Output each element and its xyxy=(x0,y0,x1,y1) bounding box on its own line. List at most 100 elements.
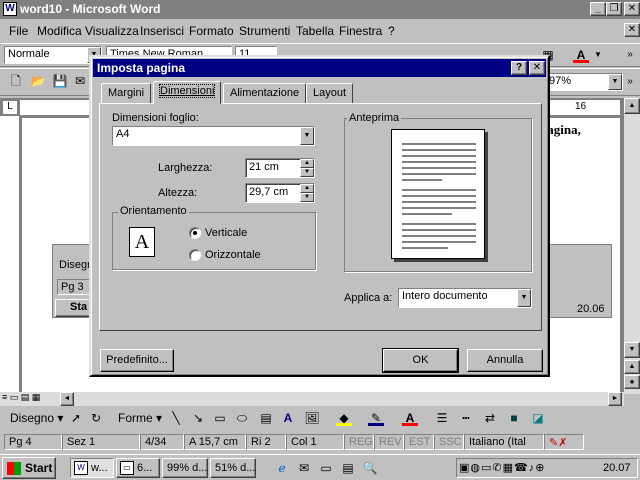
font-color-icon[interactable]: A xyxy=(402,410,418,426)
status-ext[interactable]: EST xyxy=(404,434,434,450)
dash-style-icon[interactable]: ┅ xyxy=(458,410,474,426)
height-spinner[interactable]: 29,7 cm ▲ ▼ xyxy=(245,183,315,203)
textbox-icon[interactable]: ▤ xyxy=(258,410,274,426)
browse-object-icon[interactable]: ● xyxy=(624,375,640,389)
shapes-menu[interactable]: Forme ▾ xyxy=(118,411,162,425)
channels-icon[interactable]: ▤ xyxy=(340,460,356,476)
status-rec[interactable]: REG xyxy=(344,434,374,450)
dialog-close-button[interactable]: ✕ xyxy=(529,61,545,75)
save-icon[interactable]: 💾 xyxy=(52,73,68,89)
spin-up-icon[interactable]: ▲ xyxy=(300,184,314,193)
menu-finestra[interactable]: Finestra xyxy=(339,24,382,38)
menu-inserisci[interactable]: Inserisci xyxy=(140,24,184,38)
spelling-status-icon[interactable]: ✎✗ xyxy=(544,434,584,450)
view-buttons[interactable]: ≡ ▭ ▤ ▦ xyxy=(2,392,58,406)
width-spinner[interactable]: 21 cm ▲ ▼ xyxy=(245,158,315,178)
task-word[interactable]: W w... xyxy=(70,458,114,478)
ok-button[interactable]: OK xyxy=(382,348,459,373)
task-3[interactable]: 99% d... xyxy=(162,458,208,478)
zoom-combo[interactable]: 97% ▼ xyxy=(545,73,623,91)
word-app-icon[interactable]: W xyxy=(3,2,17,16)
start-button[interactable]: Start xyxy=(2,457,56,479)
open-folder-icon[interactable]: 📂 xyxy=(30,73,46,89)
ruler-corner[interactable]: L xyxy=(2,100,18,115)
restore-button[interactable]: ❐ xyxy=(606,2,622,16)
outlook-icon[interactable]: ✉ xyxy=(296,460,312,476)
prev-page-icon[interactable]: ▲ xyxy=(624,360,640,374)
scroll-right-icon[interactable]: ► xyxy=(608,392,622,406)
menu-formato[interactable]: Formato xyxy=(189,24,234,38)
spin-down-icon[interactable]: ▼ xyxy=(300,168,314,177)
shadow-icon[interactable]: ■ xyxy=(506,410,522,426)
style-combo[interactable]: Normale ▼ xyxy=(4,46,102,64)
rectangle-icon[interactable]: ▭ xyxy=(212,410,228,426)
chevron-down-icon[interactable]: ▼ xyxy=(608,74,622,90)
vertical-ruler[interactable] xyxy=(0,116,20,392)
background-start-button[interactable]: Sta xyxy=(55,299,93,317)
toolbar-options-icon[interactable]: » xyxy=(622,47,638,63)
doc-close-button[interactable]: ✕ xyxy=(624,23,640,37)
window-title: word10 - Microsoft Word xyxy=(20,2,161,16)
arrow-icon[interactable]: ↘ xyxy=(190,410,206,426)
tab-alimentazione[interactable]: Alimentazione xyxy=(223,83,307,103)
status-ovr[interactable]: SSC xyxy=(434,434,464,450)
task-2[interactable]: ▭ 6... xyxy=(116,458,160,478)
status-rev[interactable]: REV xyxy=(374,434,404,450)
default-button[interactable]: Predefinito... xyxy=(100,349,174,372)
chevron-down-icon[interactable]: ▼ xyxy=(517,289,531,307)
chevron-down-icon[interactable]: ▼ xyxy=(590,47,606,63)
menu-tabella[interactable]: Tabella xyxy=(296,24,334,38)
apply-to-select[interactable]: Intero documento ▼ xyxy=(398,288,532,308)
portrait-radio[interactable] xyxy=(189,227,201,239)
arrow-style-icon[interactable]: ⇄ xyxy=(482,410,498,426)
search-icon[interactable]: 🔍 xyxy=(362,460,378,476)
clipart-icon[interactable]: 🖼 xyxy=(304,410,320,426)
menu-strumenti[interactable]: Strumenti xyxy=(239,24,290,38)
new-document-icon[interactable]: 🗋 xyxy=(8,73,24,89)
paper-size-select[interactable]: A4 ▼ xyxy=(112,126,315,146)
ie-icon[interactable]: ℯ xyxy=(274,460,290,476)
menu-help[interactable]: ? xyxy=(388,24,395,38)
tray-icons[interactable]: ▣◍▭✆▦☎♪⊕ xyxy=(459,461,545,474)
help-icon[interactable]: » xyxy=(622,74,638,90)
chevron-down-icon[interactable]: ▼ xyxy=(300,127,314,145)
menu-visualizza[interactable]: Visualizza xyxy=(85,24,139,38)
oval-icon[interactable]: ⬭ xyxy=(234,410,250,426)
close-button[interactable]: ✕ xyxy=(624,2,640,16)
ok-button-label: OK xyxy=(412,354,429,366)
horizontal-scrollbar[interactable]: ≡ ▭ ▤ ▦ ◄ ► xyxy=(0,392,624,406)
dialog-help-button[interactable]: ? xyxy=(511,61,527,75)
select-arrow-icon[interactable]: ➚ xyxy=(68,410,84,426)
tab-margini[interactable]: Margini xyxy=(101,83,152,103)
line-style-icon[interactable]: ☰ xyxy=(434,410,450,426)
font-color-icon[interactable]: A xyxy=(573,47,589,63)
tab-margini-label: Margini xyxy=(108,87,145,99)
fill-color-icon[interactable]: ◆ xyxy=(336,410,352,426)
3d-icon[interactable]: ◪ xyxy=(530,410,546,426)
spin-down-icon[interactable]: ▼ xyxy=(300,193,314,202)
cancel-button[interactable]: Annulla xyxy=(467,349,543,372)
mail-icon[interactable]: ✉ xyxy=(72,73,88,89)
rotate-icon[interactable]: ↻ xyxy=(88,410,104,426)
line-icon[interactable]: ╲ xyxy=(168,410,184,426)
line-color-icon[interactable]: ✎ xyxy=(368,410,384,426)
status-language[interactable]: Italiano (Ital xyxy=(464,434,544,450)
menu-file[interactable]: File xyxy=(9,24,28,38)
menu-modifica[interactable]: Modifica xyxy=(37,24,82,38)
desktop-icon[interactable]: ▭ xyxy=(318,460,334,476)
task-4[interactable]: 51% d... xyxy=(210,458,256,478)
scroll-left-icon[interactable]: ◄ xyxy=(60,392,74,406)
scroll-up-icon[interactable]: ▲ xyxy=(624,98,640,114)
vertical-scrollbar[interactable]: ▲ ▼ ▲ ● xyxy=(624,98,640,394)
wordart-icon[interactable]: A xyxy=(280,410,296,426)
spin-up-icon[interactable]: ▲ xyxy=(300,159,314,168)
scroll-down-icon[interactable]: ▼ xyxy=(624,342,640,358)
portrait-label[interactable]: Verticale xyxy=(205,227,247,239)
minimize-button[interactable]: _ xyxy=(590,2,606,16)
landscape-label[interactable]: Orizzontale xyxy=(205,249,261,261)
tab-dimensioni[interactable]: Dimensioni xyxy=(153,81,222,104)
preview-lines xyxy=(402,143,476,249)
draw-menu[interactable]: Disegno ▾ xyxy=(10,411,63,425)
tab-layout[interactable]: Layout xyxy=(306,83,354,103)
landscape-radio[interactable] xyxy=(189,249,201,261)
